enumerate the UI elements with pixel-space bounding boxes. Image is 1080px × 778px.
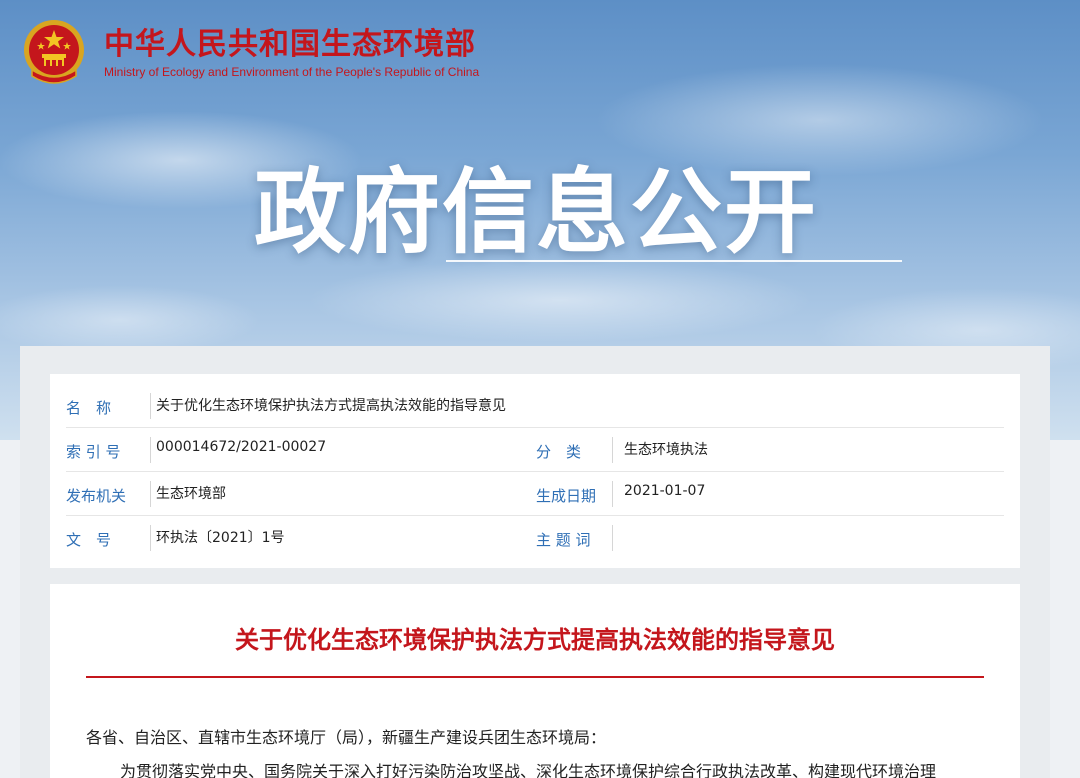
meta-label-topic: 主 题 词 bbox=[536, 531, 591, 549]
meta-row-name: 名 称 关于优化生态环境保护执法方式提高执法效能的指导意见 bbox=[66, 384, 1004, 428]
title-divider bbox=[86, 676, 984, 678]
meta-divider bbox=[150, 481, 151, 507]
meta-row-index: 索 引 号 000014672/2021-00027 分 类 生态环境执法 bbox=[66, 428, 1004, 472]
meta-label-index: 索 引 号 bbox=[66, 443, 121, 461]
meta-divider bbox=[150, 393, 151, 419]
site-logo[interactable]: 中华人民共和国生态环境部 Ministry of Ecology and Env… bbox=[22, 18, 479, 88]
meta-divider bbox=[150, 437, 151, 463]
meta-divider bbox=[612, 481, 613, 507]
meta-divider bbox=[612, 437, 613, 463]
banner-title: 政府信息公开 bbox=[254, 159, 819, 266]
document-body-card: 关于优化生态环境保护执法方式提高执法效能的指导意见 各省、自治区、直辖市生态环境… bbox=[50, 584, 1020, 778]
site-name-english: Ministry of Ecology and Environment of t… bbox=[104, 65, 480, 79]
document-paragraph: 为贯彻落实党中央、国务院关于深入打好污染防治攻坚战、深化生态环境保护综合行政执法… bbox=[120, 762, 937, 778]
meta-divider bbox=[150, 525, 151, 551]
meta-label-name: 名 称 bbox=[66, 399, 112, 417]
site-name-chinese: 中华人民共和国生态环境部 bbox=[104, 27, 476, 62]
meta-row-issuer: 发布机关 生态环境部 生成日期 2021-01-07 bbox=[66, 472, 1004, 516]
document-salutation: 各省、自治区、直辖市生态环境厅（局），新疆生产建设兵团生态环境局： bbox=[86, 728, 607, 747]
meta-label-docno: 文 号 bbox=[66, 531, 112, 549]
document-title: 关于优化生态环境保护执法方式提高执法效能的指导意见 bbox=[235, 626, 835, 654]
meta-row-docno: 文 号 环执法〔2021〕1号 主 题 词 bbox=[66, 516, 1004, 560]
meta-label-date: 生成日期 bbox=[536, 487, 597, 505]
national-emblem-icon bbox=[22, 18, 86, 88]
meta-label-issuer: 发布机关 bbox=[66, 487, 127, 505]
meta-value-category: 生态环境执法 bbox=[624, 442, 708, 458]
meta-value-date: 2021-01-07 bbox=[624, 483, 706, 499]
meta-value-name: 关于优化生态环境保护执法方式提高执法效能的指导意见 bbox=[156, 398, 506, 414]
meta-divider bbox=[612, 525, 613, 551]
document-metadata-card: 名 称 关于优化生态环境保护执法方式提高执法效能的指导意见 索 引 号 0000… bbox=[50, 374, 1020, 568]
meta-label-category: 分 类 bbox=[536, 443, 582, 461]
site-name: 中华人民共和国生态环境部 Ministry of Ecology and Env… bbox=[104, 27, 479, 79]
meta-value-index: 000014672/2021-00027 bbox=[156, 439, 327, 455]
meta-value-docno: 环执法〔2021〕1号 bbox=[156, 530, 285, 546]
banner-title-underline bbox=[446, 260, 902, 262]
meta-value-issuer: 生态环境部 bbox=[156, 486, 226, 502]
